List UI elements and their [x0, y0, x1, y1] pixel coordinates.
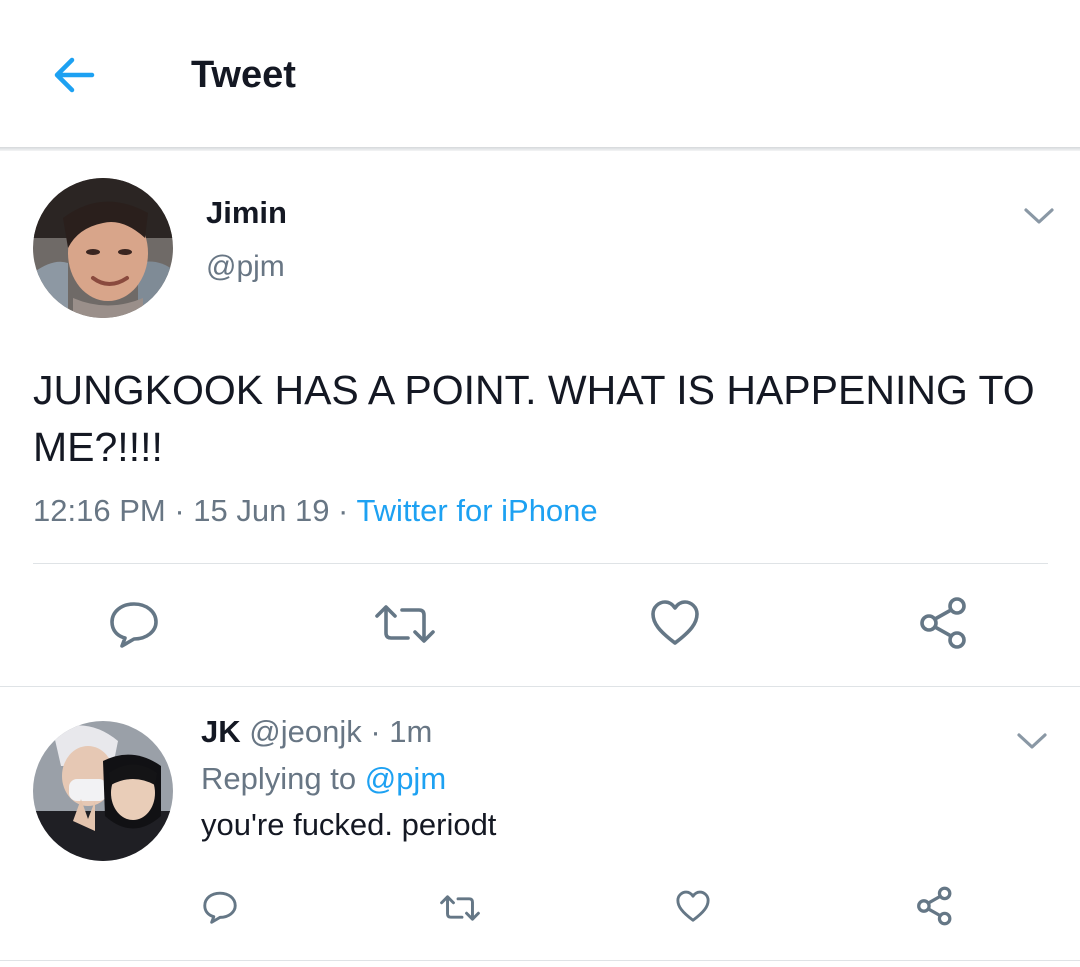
tweet-menu-button[interactable] — [1022, 203, 1056, 229]
tweet-date: 15 Jun 19 — [193, 493, 330, 528]
divider — [0, 686, 1080, 687]
reply-menu-button[interactable] — [1015, 728, 1049, 754]
divider — [0, 960, 1080, 961]
header-divider — [0, 147, 1080, 151]
author-name[interactable]: Jimin — [206, 195, 287, 231]
replying-prefix: Replying to — [201, 761, 365, 796]
like-button[interactable] — [674, 888, 712, 924]
avatar[interactable] — [33, 178, 173, 318]
retweet-button[interactable] — [373, 600, 437, 648]
replying-to: Replying to @pjm — [201, 761, 446, 797]
share-icon — [917, 886, 952, 926]
meta-separator: · — [361, 714, 390, 749]
top-app-bar — [0, 0, 1080, 148]
meta-separator: · — [165, 493, 194, 528]
chevron-down-icon — [1017, 733, 1047, 749]
share-button[interactable] — [914, 885, 956, 927]
meta-separator: · — [329, 493, 357, 528]
heart-icon — [651, 600, 699, 645]
speech-bubble-icon — [203, 891, 237, 924]
reply-button[interactable] — [200, 888, 240, 926]
reply-text: you're fucked. periodt — [201, 807, 497, 842]
tweet-source-link[interactable]: Twitter for iPhone — [356, 493, 597, 528]
retweet-button[interactable] — [438, 890, 482, 926]
retweet-icon — [440, 895, 480, 921]
share-button[interactable] — [916, 596, 972, 650]
speech-bubble-icon — [110, 602, 158, 648]
divider — [33, 563, 1048, 564]
like-button[interactable] — [648, 598, 702, 648]
page-title: Tweet — [191, 54, 296, 96]
mention-link[interactable]: @pjm — [365, 761, 446, 796]
tweet-meta: 12:16 PM · 15 Jun 19 · Twitter for iPhon… — [33, 493, 598, 529]
reply-header: JK @jeonjk · 1m — [201, 714, 432, 750]
avatar[interactable] — [33, 721, 173, 861]
retweet-icon — [375, 605, 435, 643]
avatar-photo — [33, 178, 173, 318]
chevron-down-icon — [1024, 208, 1054, 224]
arrow-left-icon — [54, 57, 95, 93]
reply-author-handle[interactable]: @jeonjk — [249, 714, 361, 749]
reply-author-name[interactable]: JK — [201, 714, 241, 749]
avatar-photo — [33, 721, 173, 861]
share-icon — [920, 597, 966, 649]
heart-icon — [676, 890, 710, 922]
tweet-time: 12:16 PM — [33, 493, 166, 528]
reply-age: 1m — [389, 714, 433, 749]
reply-button[interactable] — [106, 598, 162, 650]
back-button[interactable] — [46, 50, 102, 100]
tweet-text: JUNGKOOK HAS A POINT. WHAT IS HAPPENING … — [33, 367, 1035, 470]
author-handle[interactable]: @pjm — [206, 249, 285, 285]
